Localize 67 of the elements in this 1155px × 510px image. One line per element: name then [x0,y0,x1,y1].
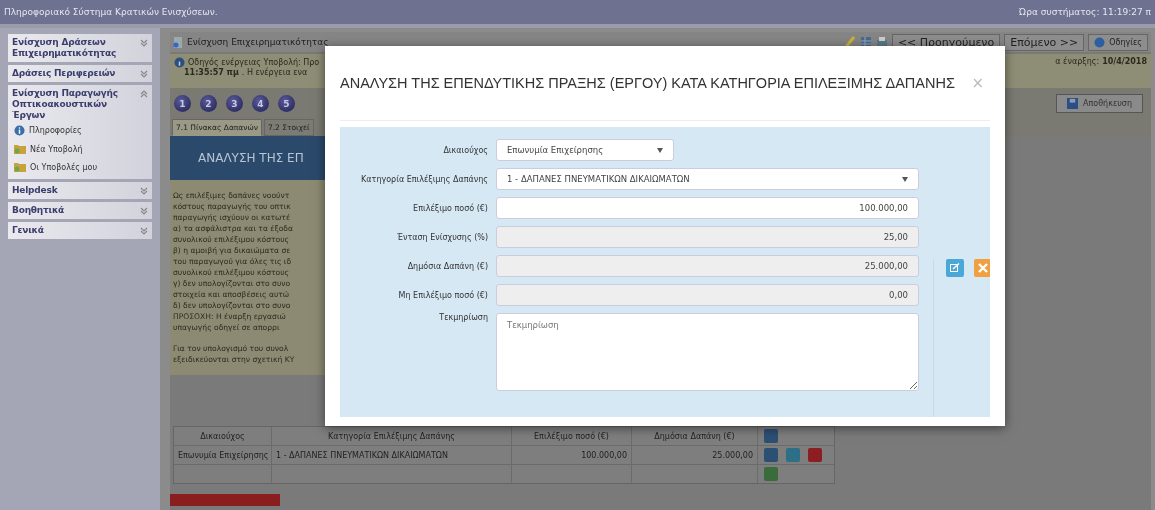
select-field[interactable]: 1 - ΔΑΠΑΝΕΣ ΠΝΕΥΜΑΤΙΚΩΝ ΔΙΚΑΙΩΜΑΤΩΝ [496,168,919,190]
step-circle[interactable]: 1 [174,95,191,112]
info-icon [14,125,25,136]
field-label: Μη Επιλέξιμο ποσό (€) [397,290,488,300]
step-circle[interactable]: 5 [278,95,295,112]
readonly-field[interactable]: 0,00 [496,284,919,306]
step-circle[interactable]: 3 [226,95,243,112]
table-cell: Επωνυμία Επιχείρησης [174,446,272,464]
caret-icon [902,176,908,182]
app-title: Πληροφοριακό Σύστημα Κρατικών Ενισχύσεων. [4,7,218,17]
document-icon [173,36,183,48]
help-button[interactable]: Οδηγίες [1088,33,1148,51]
chevron-icon[interactable] [140,39,148,47]
pencil-icon[interactable] [843,35,856,49]
table-cell: 100.000,00 [512,446,632,464]
info-text: Οδηγός ενέργειας Υποβολή: Προ [188,58,320,67]
folder-icon [14,162,26,172]
folder-icon [14,144,26,154]
sidebar-item[interactable]: Νέα Υποβολή [30,144,83,154]
column-header: Κατηγορία Επιλέξιμης Δαπάνης [272,427,512,445]
field-label: Δικαιούχος [442,145,488,155]
info-icon [174,57,185,68]
panel-title: Ενίσχυση Επιχειρηματικότητας [187,37,329,47]
print-icon[interactable] [875,36,888,48]
start-date: 10/4/2018 [1102,57,1147,68]
column-header: Δημόσια Δαπάνη (€) [632,427,758,445]
start-date-label: α έναρξης: [1055,57,1100,68]
section-title[interactable]: Δράσεις Περιφερειών [12,68,140,79]
step-circle[interactable]: 2 [200,95,217,112]
info-text: . Η ενέργεια ενα [241,68,308,77]
input-field[interactable]: 100.000,00 [496,197,919,219]
chevron-icon[interactable] [140,187,148,195]
caret-icon [657,147,663,153]
chevron-icon[interactable] [140,70,148,78]
close-icon [978,263,988,273]
modal-title: ΑΝΑΛΥΣΗ ΤΗΣ ΕΠΕΝΔΥΤΙΚΗΣ ΠΡΑΞΗΣ (ΕΡΓΟΥ) ΚΑΤΑ ΚΑΤΗΓΟΡΙΑ ΕΠΙΛΕΞΙΜΗΣ ΔΑΠΑΝΗΣ [340,75,955,91]
column-header: Επιλέξιμο ποσό (€) [512,427,632,445]
select-field[interactable]: Επωνυμία Επιχείρησης [496,139,674,161]
info-time: 11:35:57 πμ [184,68,239,77]
save-button[interactable]: Αποθήκευση [1056,94,1143,113]
section-title[interactable]: Ενίσχυση Παραγωγής Οπτικοακουστικών Έργων [12,88,140,121]
section-title[interactable]: Γενικά [12,225,140,236]
floppy-icon [1067,98,1079,109]
next-button[interactable]: Επόμενο >> [1004,33,1085,51]
readonly-field[interactable]: 25.000,00 [496,255,919,277]
textarea-field[interactable]: Τεκμηρίωση [496,313,919,391]
chevron-icon[interactable] [140,227,148,235]
sidebar-item[interactable]: Πληροφορίες [29,126,82,135]
cancel-button[interactable] [974,259,990,277]
field-label: Επιλέξιμο ποσό (€) [412,203,488,213]
section-title[interactable]: Ενίσχυση Δράσεων Επιχειρηματικότητας [12,37,140,59]
sidebar-item[interactable]: Οι Υποβολές μου [30,162,98,172]
column-header: Δικαιούχος [174,427,272,445]
field-label: Τεκμηρίωση [438,313,488,322]
field-label: Δημόσια Δαπάνη (€) [406,261,488,271]
section-title[interactable]: Helpdesk [12,185,140,196]
field-label: Κατηγορία Επιλέξιμης Δαπάνης [360,174,488,184]
table-cell: 1 - ΔΑΠΑΝΕΣ ΠΝΕΥΜΑΤΙΚΩΝ ΔΙΚΑΙΩΜΑΤΩΝ [272,446,512,464]
table-cell: 25.000,00 [632,446,758,464]
step-circle[interactable]: 4 [252,95,269,112]
field-label: Ένταση Ενίσχυσης (%) [396,232,488,242]
readonly-field[interactable]: 25,00 [496,226,919,248]
section-title[interactable]: Βοηθητικά [12,205,140,216]
chevron-icon[interactable] [140,90,148,98]
system-clock: Ώρα συστήματος: 11:19:27 π [1018,7,1151,17]
chevron-icon[interactable] [140,207,148,215]
edit-button[interactable] [946,259,964,277]
